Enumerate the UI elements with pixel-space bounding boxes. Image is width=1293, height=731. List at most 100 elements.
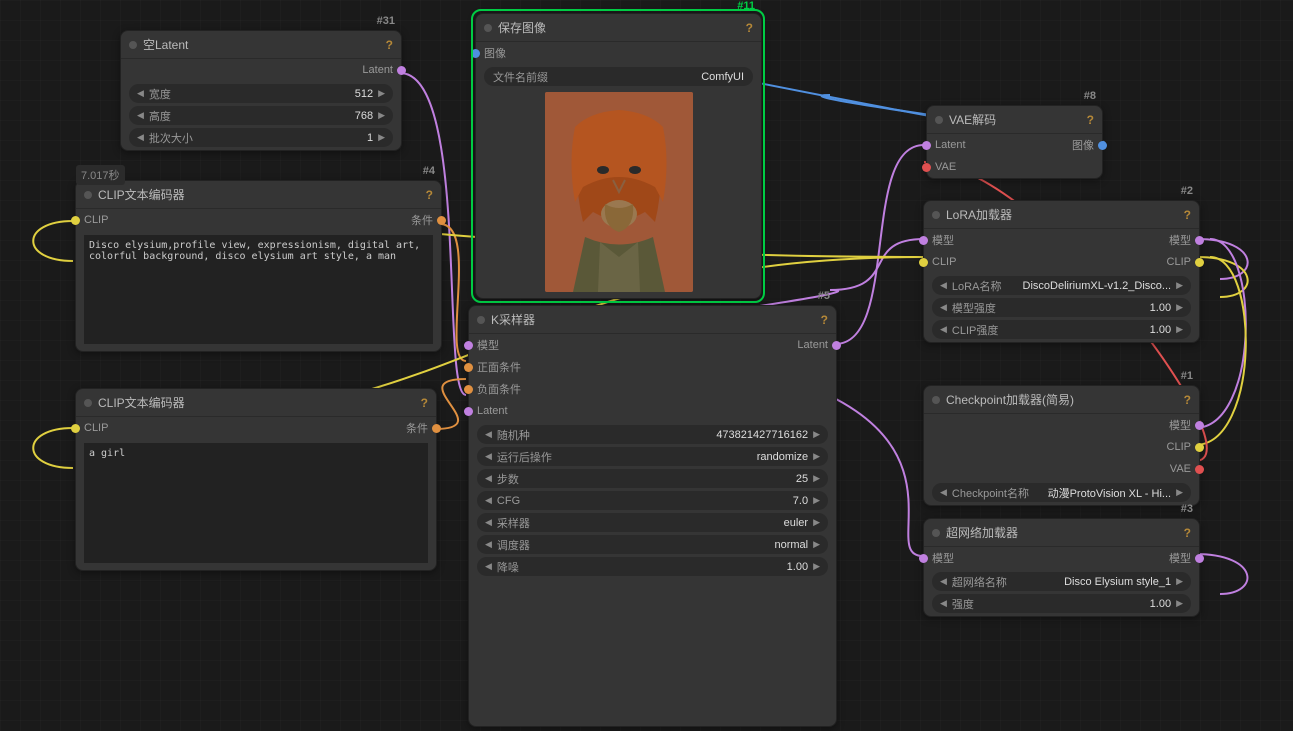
input-latent: Latent bbox=[935, 139, 966, 151]
arrow-right-icon[interactable]: ▶ bbox=[376, 110, 387, 121]
port-in-clip[interactable] bbox=[71, 424, 80, 433]
widget-scheduler[interactable]: ◀调度器normal▶ bbox=[477, 535, 828, 554]
arrow-left-icon[interactable]: ◀ bbox=[135, 110, 146, 121]
node-hypernetwork-loader[interactable]: #3 超网络加载器? 模型模型 ◀超网络名称Disco Elysium styl… bbox=[923, 518, 1200, 617]
output-clip: CLIP bbox=[1167, 256, 1191, 268]
node-clip-encoder-positive[interactable]: 7.017秒 #4 CLIP文本编码器? CLIP条件 bbox=[75, 180, 442, 352]
port-in-model[interactable] bbox=[464, 341, 473, 350]
arrow-right-icon[interactable]: ▶ bbox=[811, 517, 822, 528]
prompt-textarea[interactable] bbox=[84, 235, 433, 344]
output-model: 模型 bbox=[1169, 550, 1191, 566]
arrow-right-icon[interactable]: ▶ bbox=[1174, 280, 1185, 291]
arrow-left-icon[interactable]: ◀ bbox=[483, 539, 494, 550]
widget-cfg[interactable]: ◀CFG7.0▶ bbox=[477, 491, 828, 510]
node-vae-decode[interactable]: #8 VAE解码? Latent图像 VAE bbox=[926, 105, 1103, 179]
arrow-right-icon[interactable]: ▶ bbox=[811, 473, 822, 484]
widget-ckpt-name[interactable]: ◀Checkpoint名称动漫ProtoVision XL - Hi...▶ bbox=[932, 483, 1191, 502]
widget-hypernet-name[interactable]: ◀超网络名称Disco Elysium style_1▶ bbox=[932, 572, 1191, 591]
output-latent: Latent bbox=[362, 64, 393, 76]
arrow-right-icon[interactable]: ▶ bbox=[811, 561, 822, 572]
widget-width[interactable]: ◀宽度512▶ bbox=[129, 84, 393, 103]
arrow-right-icon[interactable]: ▶ bbox=[811, 495, 822, 506]
widget-model-strength[interactable]: ◀模型强度1.00▶ bbox=[932, 298, 1191, 317]
arrow-left-icon[interactable]: ◀ bbox=[938, 280, 949, 291]
arrow-right-icon[interactable]: ▶ bbox=[1174, 302, 1185, 313]
node-clip-encoder-negative[interactable]: CLIP文本编码器? CLIP条件 bbox=[75, 388, 437, 571]
widget-denoise[interactable]: ◀降噪1.00▶ bbox=[477, 557, 828, 576]
help-icon[interactable]: ? bbox=[821, 313, 828, 327]
port-in-image[interactable] bbox=[471, 49, 480, 58]
arrow-right-icon[interactable]: ▶ bbox=[376, 88, 387, 99]
help-icon[interactable]: ? bbox=[1184, 393, 1191, 407]
arrow-right-icon[interactable]: ▶ bbox=[376, 132, 387, 143]
arrow-left-icon[interactable]: ◀ bbox=[938, 324, 949, 335]
node-checkpoint-loader[interactable]: #1 Checkpoint加载器(简易)? 模型 CLIP VAE ◀Check… bbox=[923, 385, 1200, 506]
arrow-right-icon[interactable]: ▶ bbox=[1174, 487, 1185, 498]
port-in-negative[interactable] bbox=[464, 385, 473, 394]
port-out-latent[interactable] bbox=[832, 341, 841, 350]
widget-control-after[interactable]: ◀运行后操作randomize▶ bbox=[477, 447, 828, 466]
arrow-left-icon[interactable]: ◀ bbox=[483, 473, 494, 484]
help-icon[interactable]: ? bbox=[426, 188, 433, 202]
arrow-left-icon[interactable]: ◀ bbox=[483, 561, 494, 572]
port-in-latent[interactable] bbox=[922, 141, 931, 150]
input-latent: Latent bbox=[477, 405, 508, 417]
arrow-left-icon[interactable]: ◀ bbox=[938, 302, 949, 313]
widget-batch[interactable]: ◀批次大小1▶ bbox=[129, 128, 393, 147]
port-out-vae[interactable] bbox=[1195, 465, 1204, 474]
port-out-model[interactable] bbox=[1195, 554, 1204, 563]
arrow-right-icon[interactable]: ▶ bbox=[1174, 324, 1185, 335]
port-in-vae[interactable] bbox=[922, 163, 931, 172]
help-icon[interactable]: ? bbox=[1184, 208, 1191, 222]
arrow-left-icon[interactable]: ◀ bbox=[483, 429, 494, 440]
input-model: 模型 bbox=[932, 232, 954, 248]
arrow-left-icon[interactable]: ◀ bbox=[483, 495, 494, 506]
port-out-clip[interactable] bbox=[1195, 258, 1204, 267]
node-title: CLIP文本编码器 bbox=[98, 186, 426, 203]
port-in-model[interactable] bbox=[919, 236, 928, 245]
help-icon[interactable]: ? bbox=[386, 38, 393, 52]
port-in-positive[interactable] bbox=[464, 363, 473, 372]
port-out-image[interactable] bbox=[1098, 141, 1107, 150]
port-in-clip[interactable] bbox=[919, 258, 928, 267]
port-in-latent[interactable] bbox=[464, 407, 473, 416]
help-icon[interactable]: ? bbox=[1184, 526, 1191, 540]
widget-height[interactable]: ◀高度768▶ bbox=[129, 106, 393, 125]
node-id-badge: #5 bbox=[818, 290, 830, 302]
arrow-left-icon[interactable]: ◀ bbox=[938, 576, 949, 587]
widget-steps[interactable]: ◀步数25▶ bbox=[477, 469, 828, 488]
port-out-latent[interactable] bbox=[397, 66, 406, 75]
help-icon[interactable]: ? bbox=[1087, 113, 1094, 127]
widget-filename-prefix[interactable]: 文件名前缀ComfyUI bbox=[484, 67, 753, 86]
node-lora-loader[interactable]: #2 LoRA加载器? 模型模型 CLIPCLIP ◀LoRA名称DiscoDe… bbox=[923, 200, 1200, 343]
arrow-left-icon[interactable]: ◀ bbox=[135, 88, 146, 99]
node-ksampler[interactable]: #5 K采样器? 模型Latent 正面条件 负面条件 Latent ◀随机种4… bbox=[468, 305, 837, 727]
widget-lora-name[interactable]: ◀LoRA名称DiscoDeliriumXL-v1.2_Disco...▶ bbox=[932, 276, 1191, 295]
port-out-cond[interactable] bbox=[432, 424, 441, 433]
arrow-left-icon[interactable]: ◀ bbox=[135, 132, 146, 143]
arrow-left-icon[interactable]: ◀ bbox=[483, 451, 494, 462]
port-out-clip[interactable] bbox=[1195, 443, 1204, 452]
widget-seed[interactable]: ◀随机种473821427716162▶ bbox=[477, 425, 828, 444]
widget-sampler[interactable]: ◀采样器euler▶ bbox=[477, 513, 828, 532]
arrow-right-icon[interactable]: ▶ bbox=[1174, 598, 1185, 609]
help-icon[interactable]: ? bbox=[746, 21, 753, 35]
port-out-model[interactable] bbox=[1195, 236, 1204, 245]
arrow-right-icon[interactable]: ▶ bbox=[811, 429, 822, 440]
widget-clip-strength[interactable]: ◀CLIP强度1.00▶ bbox=[932, 320, 1191, 339]
port-in-clip[interactable] bbox=[71, 216, 80, 225]
arrow-right-icon[interactable]: ▶ bbox=[811, 451, 822, 462]
prompt-textarea[interactable] bbox=[84, 443, 428, 563]
arrow-right-icon[interactable]: ▶ bbox=[811, 539, 822, 550]
widget-strength[interactable]: ◀强度1.00▶ bbox=[932, 594, 1191, 613]
arrow-left-icon[interactable]: ◀ bbox=[938, 598, 949, 609]
arrow-right-icon[interactable]: ▶ bbox=[1174, 576, 1185, 587]
node-save-image[interactable]: #11 保存图像? 图像 文件名前缀ComfyUI bbox=[475, 13, 762, 299]
port-in-model[interactable] bbox=[919, 554, 928, 563]
arrow-left-icon[interactable]: ◀ bbox=[938, 487, 949, 498]
port-out-model[interactable] bbox=[1195, 421, 1204, 430]
node-empty-latent[interactable]: #31 空Latent? Latent ◀宽度512▶ ◀高度768▶ ◀批次大… bbox=[120, 30, 402, 151]
help-icon[interactable]: ? bbox=[421, 396, 428, 410]
arrow-left-icon[interactable]: ◀ bbox=[483, 517, 494, 528]
port-out-cond[interactable] bbox=[437, 216, 446, 225]
